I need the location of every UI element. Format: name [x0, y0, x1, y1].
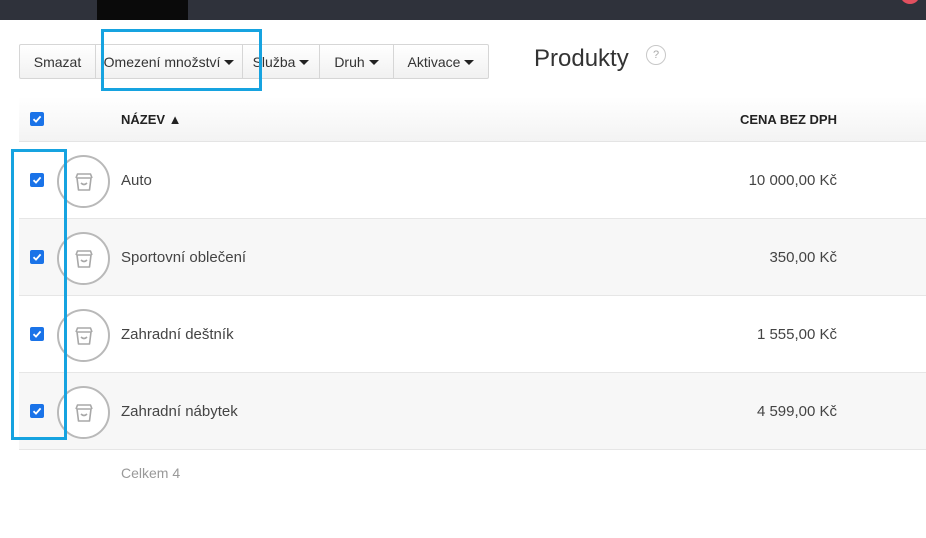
- product-basket-icon: [57, 309, 110, 362]
- service-dropdown[interactable]: Služba: [242, 44, 320, 79]
- delete-button-label: Smazat: [33, 53, 82, 70]
- row-checkbox[interactable]: [30, 327, 44, 341]
- caret-down-icon: [464, 60, 475, 65]
- type-label: Druh: [334, 53, 365, 70]
- activation-dropdown[interactable]: Aktivace: [393, 44, 489, 79]
- product-name[interactable]: Auto: [121, 172, 152, 189]
- table-row[interactable]: Auto 10 000,00 Kč: [19, 142, 926, 219]
- table-row[interactable]: Zahradní deštník 1 555,00 Kč: [19, 296, 926, 373]
- top-bar: [0, 0, 926, 20]
- product-price: 350,00 Kč: [769, 249, 837, 266]
- toolbar: Smazat Omezení množství Služba Druh Akti…: [19, 44, 489, 79]
- row-checkbox[interactable]: [30, 404, 44, 418]
- checkmark-icon: [32, 407, 42, 415]
- checkmark-icon: [32, 253, 42, 261]
- product-basket-icon: [57, 232, 110, 285]
- checkmark-icon: [32, 176, 42, 184]
- checkmark-icon: [32, 330, 42, 338]
- quantity-limit-label: Omezení množství: [103, 53, 221, 70]
- caret-down-icon: [299, 60, 310, 65]
- help-icon[interactable]: ?: [646, 45, 666, 65]
- page-title: Produkty: [534, 45, 629, 72]
- caret-down-icon: [368, 60, 379, 65]
- activation-label: Aktivace: [407, 53, 461, 70]
- product-name[interactable]: Zahradní deštník: [121, 326, 234, 343]
- type-dropdown[interactable]: Druh: [319, 44, 394, 79]
- notification-icon[interactable]: [900, 0, 920, 4]
- table-row[interactable]: Zahradní nábytek 4 599,00 Kč: [19, 373, 926, 450]
- column-header-price[interactable]: CENA BEZ DPH: [740, 112, 837, 127]
- checkmark-icon: [32, 115, 42, 123]
- total-count: Celkem 4: [121, 465, 181, 481]
- column-header-name[interactable]: NÁZEV ▲: [121, 112, 182, 127]
- top-bar-block: [97, 0, 188, 20]
- product-price: 1 555,00 Kč: [756, 326, 837, 343]
- select-all-checkbox[interactable]: [30, 112, 44, 126]
- caret-down-icon: [224, 60, 235, 65]
- product-price: 10 000,00 Kč: [748, 172, 837, 189]
- delete-button[interactable]: Smazat: [19, 44, 96, 79]
- product-price: 4 599,00 Kč: [756, 403, 837, 420]
- quantity-limit-dropdown[interactable]: Omezení množství: [95, 44, 243, 79]
- row-checkbox[interactable]: [30, 250, 44, 264]
- product-basket-icon: [57, 386, 110, 439]
- product-name[interactable]: Zahradní nábytek: [121, 403, 238, 420]
- product-basket-icon: [57, 155, 110, 208]
- row-checkbox[interactable]: [30, 173, 44, 187]
- table-header: NÁZEV ▲ CENA BEZ DPH: [19, 97, 926, 142]
- products-table: NÁZEV ▲ CENA BEZ DPH Auto 10 000,00 Kč S…: [19, 97, 926, 450]
- service-label: Služba: [252, 53, 296, 70]
- product-name[interactable]: Sportovní oblečení: [121, 249, 246, 266]
- table-row[interactable]: Sportovní oblečení 350,00 Kč: [19, 219, 926, 296]
